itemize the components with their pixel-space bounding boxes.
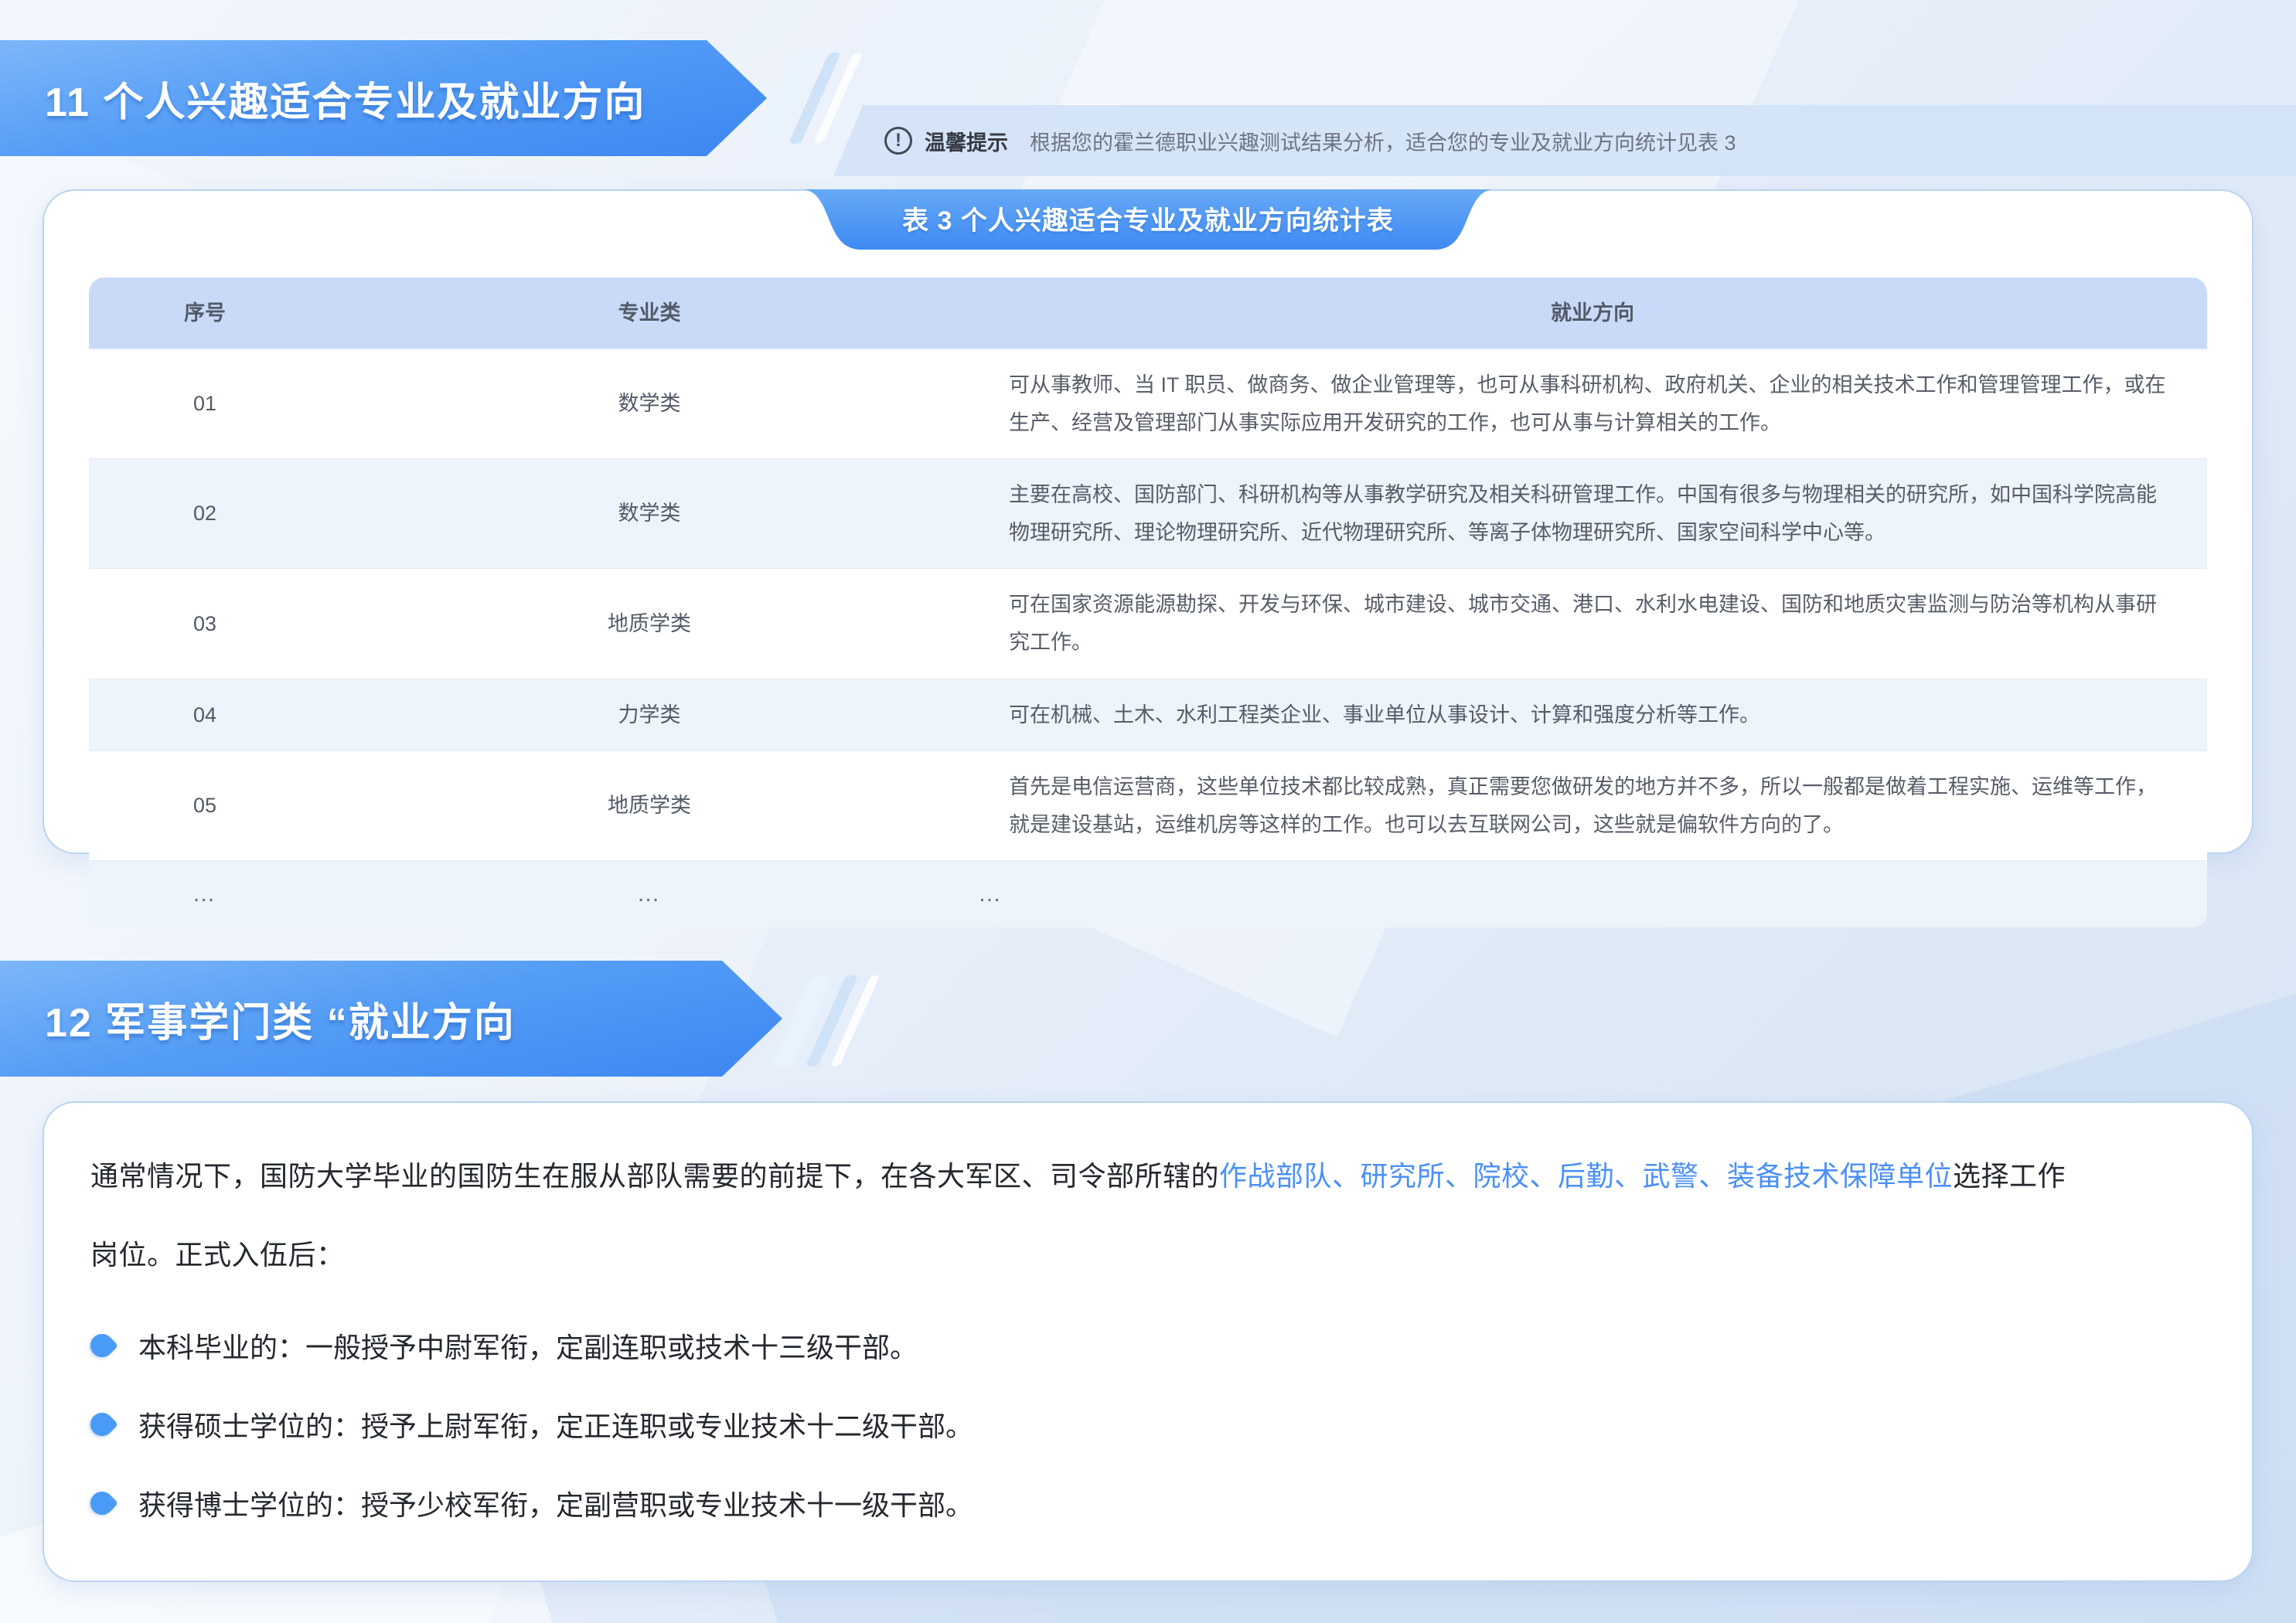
cell-major: 力学类 <box>321 679 978 751</box>
table-header-row: 序号 专业类 就业方向 <box>89 277 2207 349</box>
section-12-title: 12 军事学门类 “就业方向 <box>0 990 624 1048</box>
bullet-text: 获得博士学位的：授予少校军衔，定副营职或专业技术十一级干部。 <box>138 1483 973 1523</box>
table-row: 05 地质学类 首先是电信运营商，这些单位技术都比较成熟，真正需要您做研发的地方… <box>89 750 2207 860</box>
cell-direction: 主要在高校、国防部门、科研机构等从事教学研究及相关科研管理工作。中国有很多与物理… <box>978 459 2207 568</box>
teardrop-bullet-icon <box>86 1487 118 1519</box>
column-header-major: 专业类 <box>321 294 978 332</box>
column-header-direction: 就业方向 <box>978 294 2207 332</box>
table-row-ellipsis: … … … <box>89 860 2207 927</box>
interest-table-card: 表 3 个人兴趣适合专业及就业方向统计表 序号 专业类 就业方向 01 数学类 … <box>43 189 2253 854</box>
cell-major: 数学类 <box>321 478 978 550</box>
cell-major: … <box>321 861 978 927</box>
cell-direction: 可在国家资源能源勘探、开发与环保、城市建设、城市交通、港口、水利水电建设、国防和… <box>978 569 2207 678</box>
column-header-no: 序号 <box>89 294 321 332</box>
table-row: 04 力学类 可在机械、土木、水利工程类企业、事业单位从事设计、计算和强度分析等… <box>89 679 2207 751</box>
table-title: 表 3 个人兴趣适合专业及就业方向统计表 <box>804 189 1492 251</box>
interest-table: 序号 专业类 就业方向 01 数学类 可从事教师、当 IT 职员、做商务、做企业… <box>89 277 2207 927</box>
bullet-text: 获得硕士学位的：授予上尉军衔，定正连职或专业技术十二级干部。 <box>138 1404 973 1444</box>
cell-major: 数学类 <box>321 368 978 440</box>
tip-label: 温馨提示 <box>925 126 1008 156</box>
cell-direction: 可从事教师、当 IT 职员、做商务、做企业管理等，也可从事科研机构、政府机关、企… <box>978 349 2207 458</box>
cell-direction: 可在机械、土木、水利工程类企业、事业单位从事设计、计算和强度分析等工作。 <box>978 679 2207 751</box>
list-item: 获得硕士学位的：授予上尉军衔，定正连职或专业技术十二级干部。 <box>90 1400 2252 1449</box>
cell-no: 05 <box>89 770 321 842</box>
slash-decoration <box>792 975 860 1067</box>
section-11-title: 11 个人兴趣适合专业及就业方向 <box>0 70 754 128</box>
cell-no: 02 <box>89 478 321 550</box>
cell-direction: 首先是电信运营商，这些单位技术都比较成熟，真正需要您做研发的地方并不多，所以一般… <box>978 751 2207 860</box>
exclamation-circle-icon: ! <box>884 127 912 155</box>
slash-icon <box>772 975 834 1067</box>
teardrop-bullet-icon <box>86 1408 118 1441</box>
section-12-banner: 12 军事学门类 “就业方向 <box>0 961 782 1077</box>
military-employment-card: 通常情况下，国防大学毕业的国防生在服从部队需要的前提下，在各大军区、司令部所辖的… <box>43 1101 2253 1582</box>
list-item: 获得博士学位的：授予少校军衔，定副营职或专业技术十一级干部。 <box>90 1478 2252 1528</box>
cell-major: 地质学类 <box>321 770 978 842</box>
table-title-badge: 表 3 个人兴趣适合专业及就业方向统计表 <box>804 189 1492 251</box>
paragraph-text: 通常情况下，国防大学毕业的国防生在服从部队需要的前提下，在各大军区、司令部所辖的 <box>90 1160 1219 1192</box>
section-11-banner: 11 个人兴趣适合专业及就业方向 <box>0 40 767 156</box>
cell-direction: … <box>978 861 2207 927</box>
bullet-text: 本科毕业的：一般授予中尉军衔，定副连职或技术十三级干部。 <box>138 1325 918 1366</box>
table-row: 03 地质学类 可在国家资源能源勘探、开发与环保、城市建设、城市交通、港口、水利… <box>89 568 2207 678</box>
list-item: 本科毕业的：一般授予中尉军衔，定副连职或技术十三级干部。 <box>90 1321 2252 1370</box>
table-row: 02 数学类 主要在高校、国防部门、科研机构等从事教学研究及相关科研管理工作。中… <box>89 458 2207 568</box>
rank-bullet-list: 本科毕业的：一般授予中尉军衔，定副连职或技术十三级干部。 获得硕士学位的：授予上… <box>44 1321 2252 1528</box>
table-row: 01 数学类 可从事教师、当 IT 职员、做商务、做企业管理等，也可从事科研机构… <box>89 349 2207 458</box>
teardrop-bullet-icon <box>86 1329 118 1362</box>
cell-no: 03 <box>89 588 321 660</box>
cell-no: 04 <box>89 679 321 751</box>
tip-banner: ! 温馨提示 根据您的霍兰德职业兴趣测试结果分析，适合您的专业及就业方向统计见表… <box>833 105 2296 176</box>
highlighted-units-text: 作战部队、研究所、院校、后勤、武警、装备技术保障单位 <box>1219 1160 1953 1192</box>
slash-decoration <box>775 53 843 144</box>
cell-no: 01 <box>89 368 321 440</box>
report-page: ! 温馨提示 根据您的霍兰德职业兴趣测试结果分析，适合您的专业及就业方向统计见表… <box>0 0 2296 1623</box>
cell-major: 地质学类 <box>321 588 978 660</box>
cell-no: … <box>89 861 321 927</box>
tip-text: 根据您的霍兰德职业兴趣测试结果分析，适合您的专业及就业方向统计见表 3 <box>1030 126 1736 156</box>
intro-paragraph: 通常情况下，国防大学毕业的国防生在服从部队需要的前提下，在各大军区、司令部所辖的… <box>90 1137 2069 1295</box>
